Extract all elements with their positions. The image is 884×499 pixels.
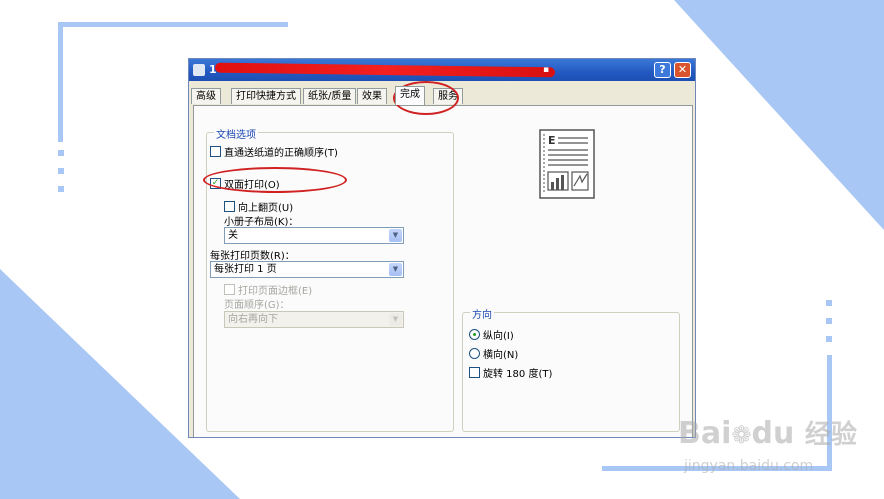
booklet-layout-value: 关	[228, 230, 238, 241]
watermark-logo: Bai❁du 经验	[678, 414, 857, 451]
booklet-layout-label: 小册子布局(K)：	[224, 217, 299, 228]
straight-paper-path-checkbox[interactable]: 直通送纸道的正确顺序(T)	[210, 144, 338, 159]
decor-dot	[58, 186, 64, 192]
straight-paper-path-label: 直通送纸道的正确顺序(T)	[224, 148, 338, 159]
checkbox-box	[469, 367, 480, 378]
watermark-logo-right: du	[751, 416, 795, 451]
tab-effects[interactable]: 效果	[357, 88, 387, 104]
pages-per-sheet-label: 每张打印页数(R)：	[210, 251, 295, 262]
rotate-180-label: 旋转 180 度(T)	[483, 369, 553, 380]
decor-dot	[826, 300, 832, 306]
title-bar[interactable]: 1 ▪ ? ✕	[189, 59, 695, 81]
decor-line-bottom-vertical	[827, 355, 832, 471]
chevron-down-icon: ▼	[389, 229, 402, 242]
page-order-select[interactable]: 向右再向下 ▼	[224, 311, 404, 328]
close-button[interactable]: ✕	[674, 62, 691, 78]
checkbox-box	[224, 201, 235, 212]
tab-paper-quality[interactable]: 纸张/质量	[303, 88, 357, 104]
decor-dot	[58, 168, 64, 174]
annotation-ellipse-duplex	[203, 167, 347, 193]
pages-per-sheet-select[interactable]: 每张打印 1 页 ▼	[210, 261, 404, 278]
portrait-label: 纵向(I)	[483, 331, 514, 342]
help-button[interactable]: ?	[654, 62, 671, 78]
page-order-value: 向右再向下	[228, 314, 278, 325]
document-options-title: 文档选项	[214, 126, 258, 141]
title-redaction-mark	[214, 62, 556, 78]
watermark-url: jingyan.baidu.com	[684, 458, 814, 474]
print-page-borders-checkbox[interactable]: 打印页面边框(E)	[224, 282, 312, 297]
checkbox-box	[210, 146, 221, 157]
rotate-180-checkbox[interactable]: 旋转 180 度(T)	[469, 365, 552, 380]
print-page-borders-label: 打印页面边框(E)	[238, 286, 313, 297]
preview-letter: E	[548, 134, 556, 147]
decor-line-top-vertical	[58, 22, 63, 142]
page-order-label: 页面顺序(G)：	[224, 300, 290, 311]
checkbox-box	[224, 284, 235, 295]
page-preview-icon: E	[539, 129, 595, 199]
flip-pages-up-label: 向上翻页(U)	[238, 203, 294, 214]
tab-finishing[interactable]: 完成	[395, 86, 425, 105]
pages-per-sheet-value: 每张打印 1 页	[214, 264, 277, 275]
paw-icon: ❁	[731, 421, 752, 449]
decor-dot	[826, 336, 832, 342]
decor-dot	[58, 150, 64, 156]
booklet-layout-select[interactable]: 关 ▼	[224, 227, 404, 244]
landscape-label: 横向(N)	[483, 350, 519, 361]
radio-circle	[469, 348, 480, 359]
printer-icon	[193, 64, 205, 76]
finishing-panel: 文档选项 直通送纸道的正确顺序(T) ✓ 双面打印(O) 向上翻页(U) 小册子…	[193, 105, 693, 437]
flip-pages-up-checkbox[interactable]: 向上翻页(U)	[224, 199, 293, 214]
radio-circle	[469, 329, 480, 340]
tab-shortcuts[interactable]: 打印快捷方式	[231, 88, 301, 104]
orientation-title: 方向	[470, 306, 494, 321]
portrait-radio[interactable]: 纵向(I)	[469, 327, 514, 342]
decor-dot	[826, 318, 832, 324]
printer-properties-dialog: 1 ▪ ? ✕ 高级 打印快捷方式 纸张/质量 效果 完成 服务 文档选项 直通…	[188, 58, 696, 438]
watermark-logo-left: Bai	[678, 416, 732, 451]
decor-line-top	[58, 22, 288, 27]
watermark-logo-cn: 经验	[804, 420, 857, 450]
title-mark: ▪	[543, 65, 550, 75]
chevron-down-icon: ▼	[389, 263, 402, 276]
chevron-down-icon: ▼	[389, 313, 402, 326]
tab-advanced[interactable]: 高级	[191, 88, 221, 104]
landscape-radio[interactable]: 横向(N)	[469, 346, 518, 361]
